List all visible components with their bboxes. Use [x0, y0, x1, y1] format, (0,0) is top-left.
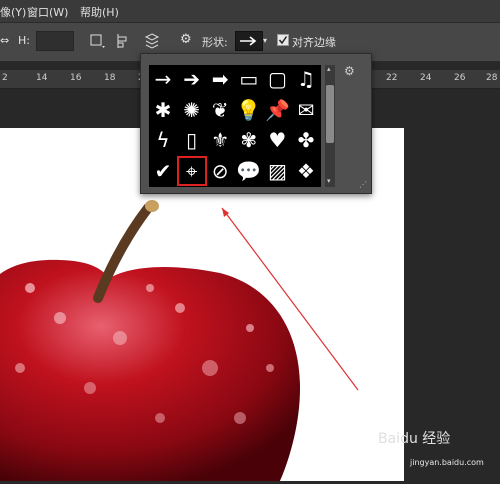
path-operations-icon[interactable]: [88, 32, 106, 50]
shape-preset-cell[interactable]: ✉: [292, 96, 320, 124]
align-edges-checkbox[interactable]: [277, 34, 289, 46]
shape-preset-cell[interactable]: ♥: [263, 126, 291, 154]
menu-bar: 像(Y) 窗口(W) 帮助(H): [0, 0, 500, 23]
shape-preset-cell[interactable]: 💬: [235, 157, 263, 185]
shape-preset-cell[interactable]: ✤: [292, 126, 320, 154]
picker-gear-icon[interactable]: ⚙: [344, 64, 355, 78]
shape-preset-cell[interactable]: ⊘: [206, 157, 234, 185]
shape-preset-cell[interactable]: ✺: [178, 96, 206, 124]
ruler-tick-label: 28: [486, 73, 498, 83]
ruler-tick-label: 26: [454, 73, 466, 83]
shape-preset-cell[interactable]: ϟ: [149, 126, 177, 154]
shape-preset-picker[interactable]: [235, 31, 263, 51]
ruler-tick-label: 2: [2, 73, 8, 83]
shape-preset-cell[interactable]: →: [149, 65, 177, 93]
shape-grid: → ➔ ➡ ▭ ▢ ♫ ✱ ✺ ❦ 💡 📌 ✉ ϟ ▯ ⚜ ✾ ♥ ✤ ✔ ⌖ ⊘ 💬 ▨ ❖: [149, 65, 321, 187]
shape-preset-cell[interactable]: ➡: [206, 65, 234, 93]
ruler-tick-label: 16: [70, 73, 82, 83]
watermark-brand: Baidu 经验: [378, 431, 451, 447]
path-alignment-icon[interactable]: [115, 32, 133, 50]
shape-preset-cell[interactable]: ✔: [149, 157, 177, 185]
ruler-tick-label: 14: [36, 73, 48, 83]
link-icon[interactable]: ⇔: [0, 34, 9, 47]
shape-preset-cell[interactable]: ♫: [292, 65, 320, 93]
shape-preset-cell[interactable]: ❦: [206, 96, 234, 124]
ruler-tick-label: 18: [104, 73, 116, 83]
menu-window[interactable]: 窗口(W): [27, 4, 68, 20]
shape-preset-cell[interactable]: ⚜: [206, 126, 234, 154]
checkmark-icon: [278, 36, 288, 45]
ruler-tick-label: 22: [386, 73, 398, 83]
scrollbar-thumb[interactable]: [326, 85, 334, 143]
watermark-url: jingyan.baidu.com: [410, 458, 484, 467]
shape-preset-cell[interactable]: ▢: [263, 65, 291, 93]
shape-preset-cell[interactable]: ➔: [178, 65, 206, 93]
shape-preset-cell[interactable]: ✾: [235, 126, 263, 154]
arrow-shape-icon: [240, 36, 257, 46]
menu-help[interactable]: 帮助(H): [80, 4, 119, 20]
shape-label: 形状:: [202, 36, 228, 49]
shape-picker-panel: → ➔ ➡ ▭ ▢ ♫ ✱ ✺ ❦ 💡 📌 ✉ ϟ ▯ ⚜ ✾ ♥ ✤ ✔ ⌖ ⊘ 💬 ▨ ❖ ▴ ▾ ⚙ ⋰: [140, 53, 372, 194]
scroll-up-icon[interactable]: ▴: [327, 65, 331, 73]
shape-preset-cell[interactable]: 📌: [263, 96, 291, 124]
chevron-down-icon[interactable]: ▾: [263, 36, 267, 45]
settings-gear-icon[interactable]: ⚙: [180, 32, 192, 47]
shape-preset-cell[interactable]: ❖: [292, 157, 320, 185]
picker-scrollbar[interactable]: ▴ ▾: [325, 65, 335, 187]
shape-preset-cell[interactable]: ✱: [149, 96, 177, 124]
shape-preset-cell[interactable]: ▯: [178, 126, 206, 154]
shape-preset-cell[interactable]: ▭: [235, 65, 263, 93]
shape-preset-cell[interactable]: ▨: [263, 157, 291, 185]
height-label: H:: [18, 34, 30, 47]
menu-image[interactable]: 像(Y): [0, 4, 26, 20]
scroll-down-icon[interactable]: ▾: [327, 177, 331, 185]
resize-grip-icon[interactable]: ⋰: [359, 180, 367, 189]
shape-preset-cell[interactable]: 💡: [235, 96, 263, 124]
shape-preset-cell[interactable]: ⌖: [176, 155, 207, 186]
align-edges-label: 对齐边缘: [292, 36, 336, 49]
ruler-tick-label: 24: [420, 73, 432, 83]
path-arrangement-icon[interactable]: [143, 32, 161, 50]
height-field[interactable]: [36, 31, 74, 51]
